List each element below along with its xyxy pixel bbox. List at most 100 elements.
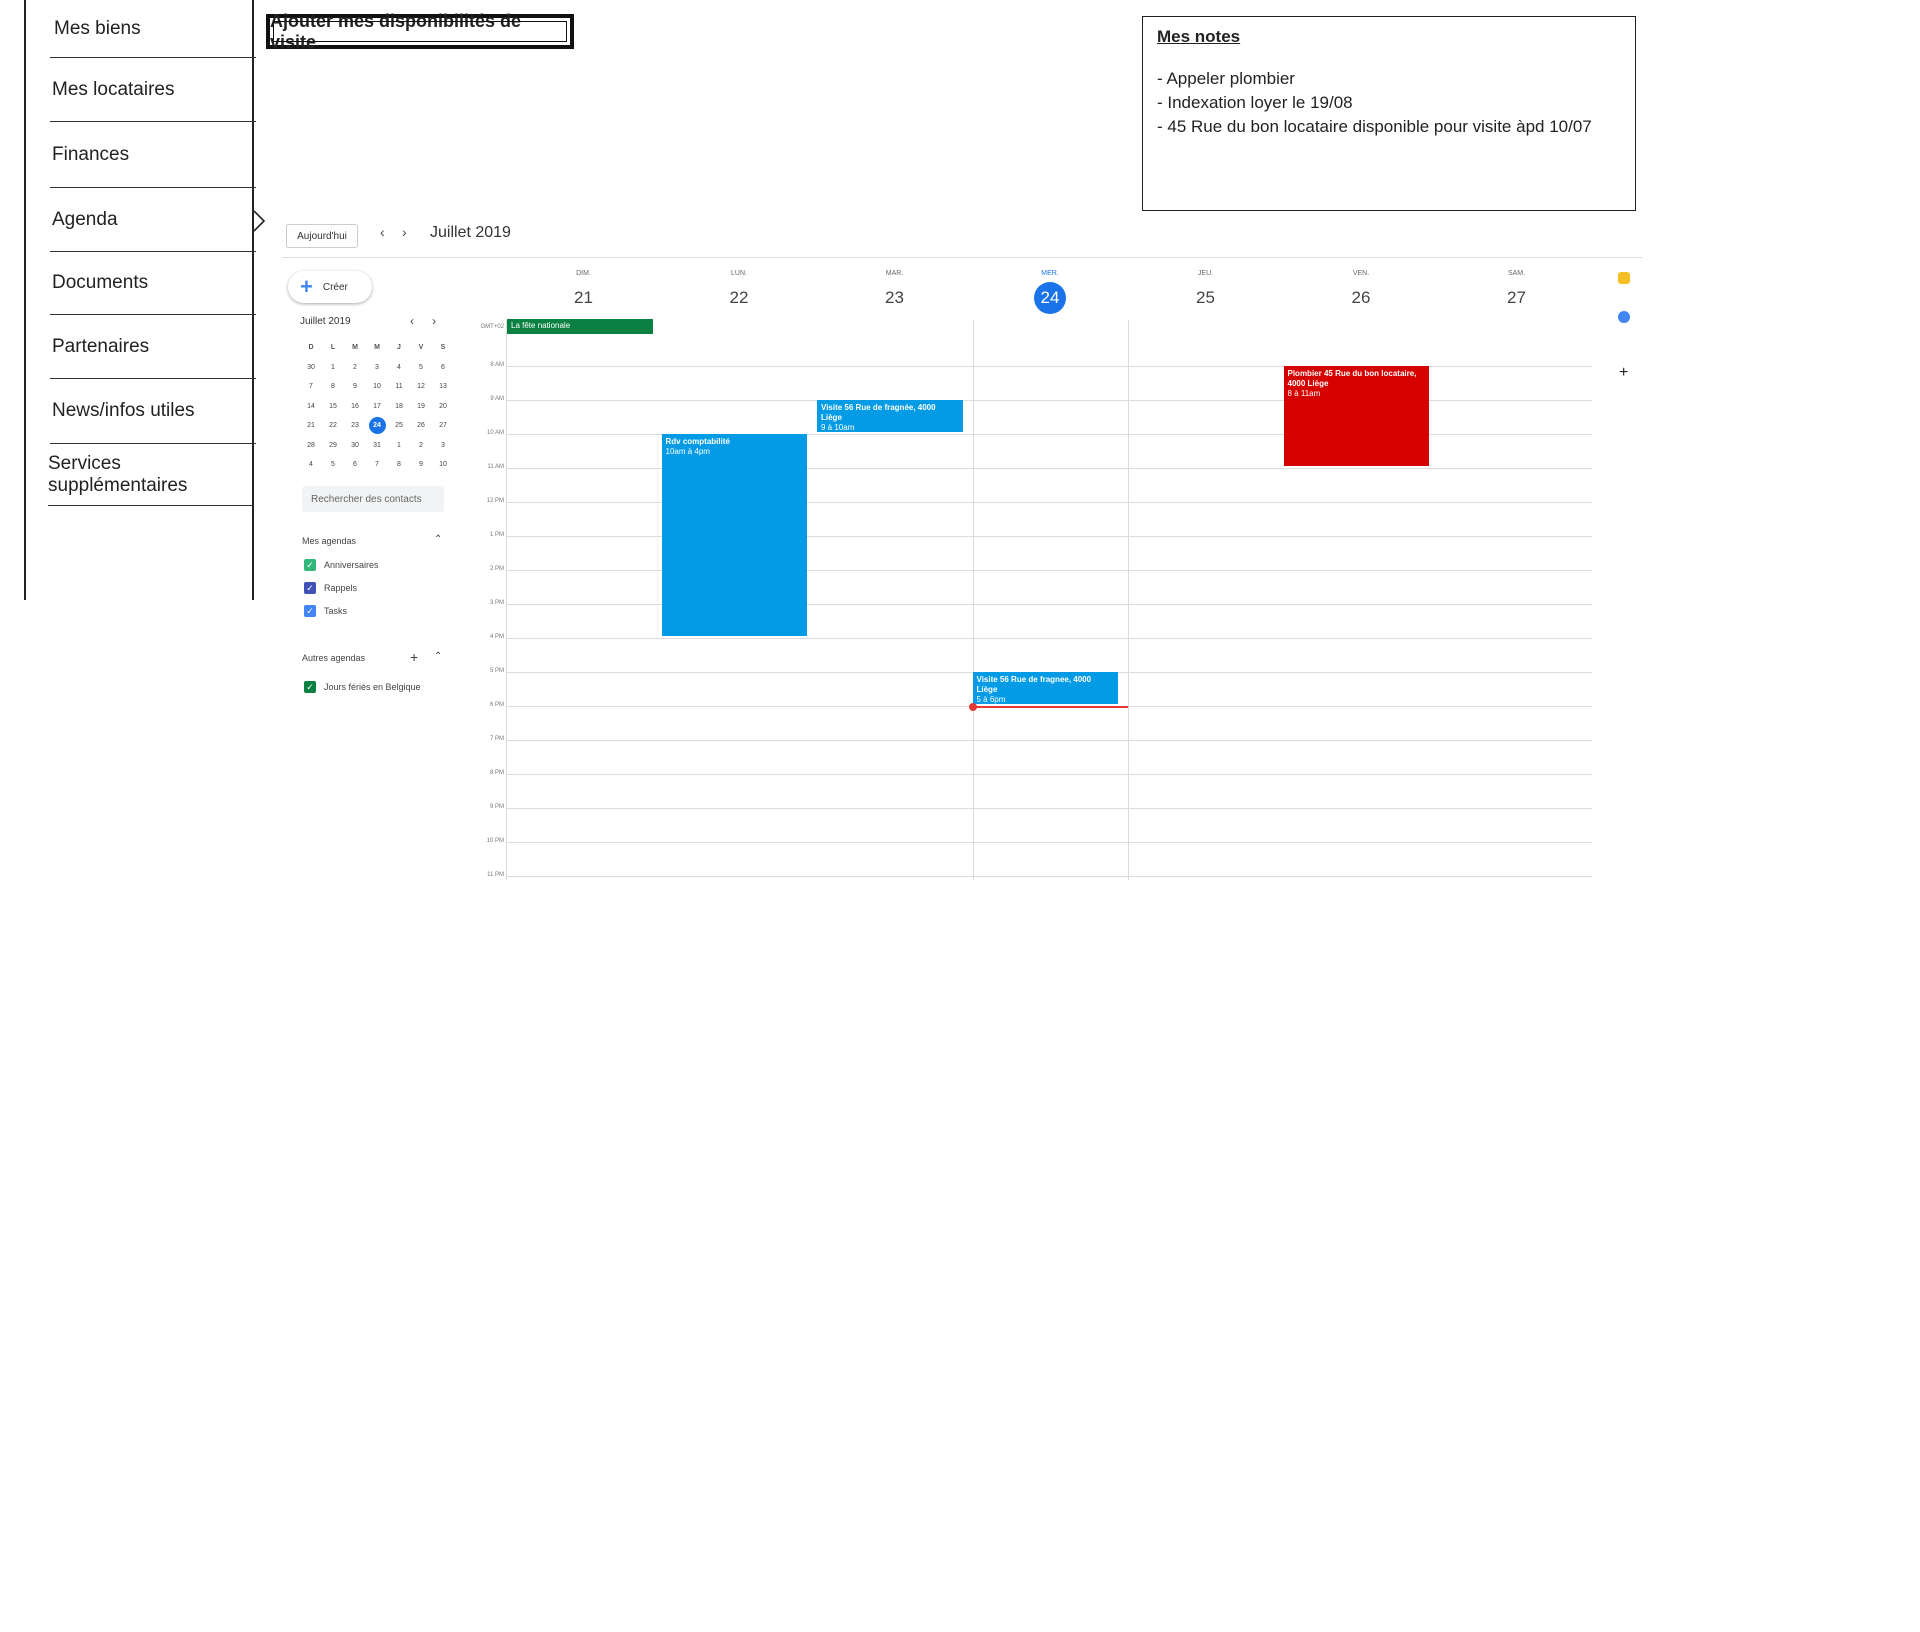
sidebar-item-label: Agenda: [52, 208, 118, 230]
hour-label: 6 PM: [489, 702, 504, 708]
sidebar-item-services[interactable]: Services supplémentaires: [48, 444, 254, 506]
mini-day[interactable]: 14: [300, 397, 322, 417]
mini-day[interactable]: 23: [344, 416, 366, 436]
event-time: 10am à 4pm: [665, 447, 710, 456]
mini-day[interactable]: 9: [344, 377, 366, 397]
calendar-list-label: Tasks: [324, 606, 348, 616]
add-addon-icon[interactable]: +: [1619, 364, 1628, 382]
day-header[interactable]: LUN. 22: [662, 268, 817, 313]
mini-day[interactable]: 6: [344, 455, 366, 475]
day-name: MAR.: [885, 270, 904, 277]
checkbox-icon[interactable]: ✓: [304, 559, 316, 571]
sidebar-item-news[interactable]: News/infos utiles: [50, 379, 256, 444]
day-number[interactable]: 25: [1128, 283, 1283, 313]
sidebar-item-documents[interactable]: Documents: [50, 252, 256, 315]
prev-week-icon[interactable]: ‹: [380, 224, 385, 240]
create-label: Créer: [322, 281, 348, 293]
day-header[interactable]: MAR. 23: [817, 268, 972, 313]
day-number[interactable]: 21: [506, 283, 661, 313]
calendar-event[interactable]: Rdv comptabilité 10am à 4pm: [661, 434, 807, 636]
mini-day[interactable]: 5: [322, 455, 344, 475]
mini-calendar-title: Juillet 2019: [300, 316, 351, 327]
mini-day[interactable]: 29: [322, 436, 344, 456]
mini-day[interactable]: 4: [300, 455, 322, 475]
hour-label: 10 PM: [486, 838, 504, 844]
mini-day[interactable]: 16: [344, 397, 366, 417]
day-number-text: 24: [1040, 288, 1060, 307]
day-header[interactable]: MER. 24: [973, 268, 1128, 314]
mini-day[interactable]: 30: [344, 436, 366, 456]
sidebar-item-mes-locataires[interactable]: Mes locataires: [50, 58, 256, 122]
day-header[interactable]: JEU. 25: [1128, 268, 1283, 313]
month-title: Juillet 2019: [430, 224, 511, 241]
sidebar-item-agenda[interactable]: Agenda: [50, 188, 256, 252]
keep-icon[interactable]: [1618, 272, 1630, 284]
hour-label: 3 PM: [489, 600, 504, 606]
mini-day-head: M: [352, 344, 358, 352]
sidebar-item-label: Mes biens: [54, 17, 141, 39]
hour-label: 7 PM: [489, 736, 504, 742]
event-title: La fête nationale: [511, 321, 571, 330]
hour-label: 1 PM: [489, 532, 504, 538]
hour-label: 8 AM: [490, 362, 504, 368]
add-availability-button[interactable]: Ajouter mes disponibilités de visite: [266, 11, 574, 52]
day-number[interactable]: 27: [1439, 283, 1594, 313]
calendar-list-item[interactable]: ✓ Rappels: [304, 582, 357, 594]
hour-label: 11 PM: [487, 872, 504, 878]
allday-event[interactable]: La fête nationale: [507, 319, 653, 334]
mini-day[interactable]: 1: [322, 358, 344, 378]
hour-label: 11 AM: [487, 464, 504, 470]
next-week-icon[interactable]: ›: [402, 224, 407, 240]
checkbox-icon[interactable]: ✓: [304, 681, 316, 693]
note-line: - Indexation loyer le 19/08: [1157, 93, 1353, 112]
calendar-list-item[interactable]: ✓ Tasks: [304, 605, 347, 617]
checkbox-icon[interactable]: ✓: [304, 605, 316, 617]
mini-day[interactable]: 28: [300, 436, 322, 456]
day-name: LUN.: [731, 270, 747, 277]
hour-line: [506, 876, 1592, 877]
mini-day[interactable]: 2: [344, 358, 366, 378]
day-number[interactable]: 24: [973, 282, 1128, 314]
calendar-event[interactable]: Visite 56 Rue de fragnée, 4000 Liège 9 à …: [817, 400, 963, 432]
mini-day[interactable]: 8: [322, 377, 344, 397]
calendar-embed: Aujourd'hui ‹ › Juillet 2019 + Créer Jui…: [282, 216, 1642, 880]
sidebar-item-label: Partenaires: [52, 335, 150, 357]
calendar-event[interactable]: Plombier 45 Rue du bon locataire, 4000 L…: [1283, 366, 1429, 466]
mini-day[interactable]: 7: [300, 377, 322, 397]
mini-day[interactable]: 30: [300, 358, 322, 378]
day-header[interactable]: DIM. 21: [506, 268, 661, 313]
hour-line: [506, 740, 1592, 741]
week-grid: DIM. 21 LUN. 22 MAR. 23 MER. 24 JEU. 25 VEN. 26 SAM.…: [376, 268, 1642, 880]
day-header[interactable]: SAM. 27: [1439, 268, 1594, 313]
event-title: Rdv comptabilité: [665, 437, 730, 446]
calendar-list-label: Rappels: [324, 583, 358, 593]
calendar-list-item[interactable]: ✓ Anniversaires: [304, 559, 379, 571]
tasks-icon[interactable]: [1618, 311, 1630, 323]
checkbox-icon[interactable]: ✓: [304, 582, 316, 594]
day-name: JEU.: [1197, 270, 1214, 277]
sidebar-item-mes-biens[interactable]: Mes biens: [50, 0, 256, 58]
mini-day[interactable]: 22: [322, 416, 344, 436]
calendar-event[interactable]: Visite 56 Rue de fragnee, 4000 Liège 5 à …: [972, 672, 1118, 704]
my-calendars-title: Mes agendas: [302, 536, 357, 546]
sidebar-item-finances[interactable]: Finances: [50, 122, 256, 188]
mini-day[interactable]: 21: [300, 416, 322, 436]
day-number[interactable]: 26: [1284, 283, 1439, 313]
notes-title: Mes notes: [1157, 27, 1241, 46]
day-number[interactable]: 22: [662, 283, 817, 313]
event-title: Visite 56 Rue de fragnee, 4000 Liège: [976, 675, 1092, 694]
sidebar: Mes biens Mes locataires Finances Agenda…: [24, 0, 266, 600]
day-number[interactable]: 23: [817, 283, 972, 313]
calendar-list-label: Anniversaires: [324, 560, 379, 570]
mini-day-head: L: [330, 344, 336, 352]
note-line: - Appeler plombier: [1157, 69, 1295, 88]
day-header[interactable]: VEN. 26: [1284, 268, 1439, 313]
notes-panel: Mes notes - Appeler plombier - Indexatio…: [1142, 16, 1636, 211]
today-button[interactable]: Aujourd'hui: [286, 224, 358, 248]
active-indicator-icon: [253, 210, 266, 232]
create-button[interactable]: + Créer: [288, 271, 372, 303]
sidebar-item-partenaires[interactable]: Partenaires: [50, 315, 256, 379]
mini-day[interactable]: 15: [322, 397, 344, 417]
mini-day-head: D: [308, 344, 314, 352]
day-name: SAM.: [1507, 270, 1526, 277]
